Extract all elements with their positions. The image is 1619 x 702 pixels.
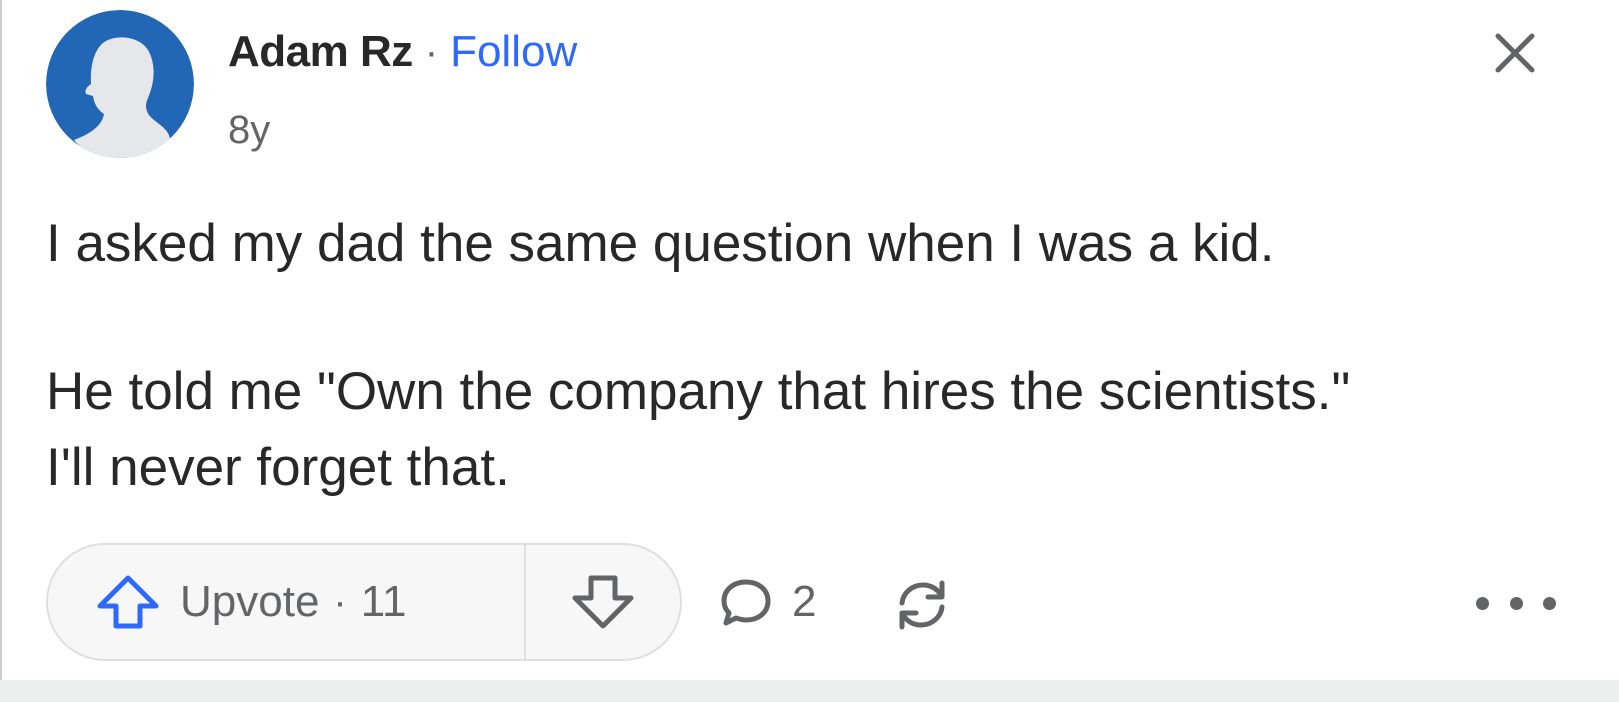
upvote-separator: · [333,579,347,624]
downvote-arrow-icon [572,575,634,629]
feed-divider [0,680,1619,702]
share-rotate-icon [899,580,945,630]
answer-card: Adam Rz · Follow 8y I asked my dad the s… [0,0,1619,680]
upvote-button[interactable]: Upvote · 11 [48,545,526,659]
close-button[interactable] [1490,28,1540,78]
more-dots-icon [1543,596,1556,610]
upvote-count: 11 [360,577,407,626]
vote-pill: Upvote · 11 [46,543,682,661]
more-dots-icon [1509,596,1523,610]
post-paragraph: He told me "Own the company that hires t… [46,354,1586,506]
post-body: I asked my dad the same question when I … [46,206,1586,506]
default-user-avatar-icon [46,10,194,158]
post-timestamp[interactable]: 8y [228,108,270,153]
upvote-label: Upvote [180,577,320,626]
author-line: Adam Rz · Follow [228,22,577,82]
close-icon [1495,33,1535,73]
author-avatar[interactable] [46,10,194,158]
downvote-button[interactable] [526,545,680,659]
upvote-arrow-icon [97,575,159,629]
comment-button[interactable]: 2 [718,572,816,632]
comment-count: 2 [792,577,817,626]
post-line: I'll never forget that. [46,438,510,497]
author-name[interactable]: Adam Rz [228,27,413,77]
follow-button[interactable]: Follow [450,27,577,77]
share-button[interactable] [890,573,954,637]
post-line: He told me "Own the company that hires t… [46,362,1351,421]
post-paragraph: I asked my dad the same question when I … [46,214,1275,273]
comment-bubble-icon [721,579,771,626]
more-options-button[interactable] [1476,578,1556,628]
more-dots-icon [1476,596,1489,610]
author-separator: · [424,29,439,74]
